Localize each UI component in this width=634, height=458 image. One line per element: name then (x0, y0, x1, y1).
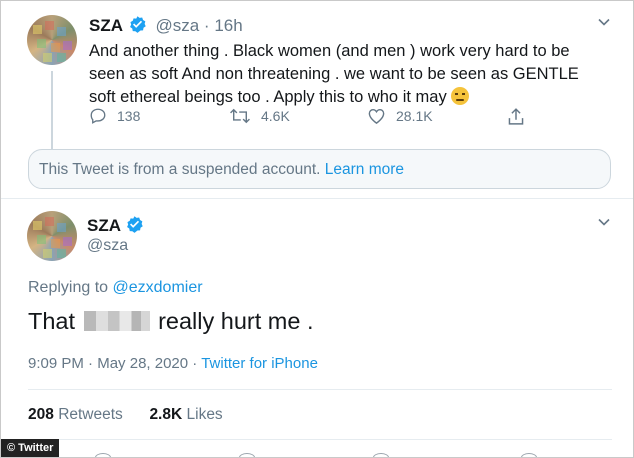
tweet-text: And another thing . Black women (and men… (89, 42, 579, 106)
chevron-down-icon[interactable] (597, 15, 611, 34)
share-button[interactable] (507, 107, 535, 126)
tweet-text-start: That (28, 308, 76, 334)
tweet-header: SZA (87, 215, 144, 239)
handle[interactable]: @sza (87, 237, 128, 255)
like-button[interactable]: 28.1K (367, 107, 433, 125)
retweet-icon (230, 108, 250, 124)
share-icon[interactable] (521, 453, 537, 457)
tweet-meta: 9:09 PM · May 28, 2020 · Twitter for iPh… (28, 355, 318, 372)
replying-label: Replying to (28, 279, 109, 296)
learn-more-link[interactable]: Learn more (325, 161, 404, 178)
chevron-down-icon[interactable] (597, 215, 611, 234)
verified-badge-icon (125, 215, 144, 239)
share-icon (508, 108, 524, 125)
tweet-text-end: really hurt me . (158, 308, 314, 334)
display-name[interactable]: SZA (87, 216, 121, 235)
censored-word (83, 311, 150, 331)
tweet-date[interactable]: May 28, 2020 (97, 355, 188, 372)
reply-button[interactable]: 138 (89, 107, 140, 125)
retweet-icon[interactable] (239, 453, 255, 457)
divider (28, 389, 612, 390)
tweet-text: That really hurt me . (28, 308, 314, 335)
tweet-time[interactable]: 9:09 PM (28, 355, 84, 372)
avatar[interactable] (27, 211, 77, 261)
heart-icon (368, 108, 385, 124)
tweet-source-link[interactable]: Twitter for iPhone (201, 355, 318, 372)
divider (28, 439, 612, 440)
mention-link[interactable]: @ezxdomier (113, 279, 203, 296)
verified-badge-icon (128, 15, 147, 39)
retweet-count: 4.6K (261, 108, 290, 124)
thread-connector-line (51, 71, 53, 151)
twitter-watermark: © Twitter (1, 439, 60, 457)
tweet-actions: 138 4.6K 28.1K (89, 107, 549, 129)
suspended-text: This Tweet is from a suspended account. (39, 161, 321, 178)
timestamp[interactable]: 16h (214, 16, 242, 35)
tweet-header: SZA @sza · 16h (89, 15, 243, 39)
worried-face-icon (451, 87, 470, 105)
replying-to: Replying to @ezxdomier (28, 279, 203, 297)
tweet-thread-screenshot: SZA @sza · 16h And another thing . Black… (0, 0, 634, 458)
display-name[interactable]: SZA (89, 16, 123, 35)
reply-count: 138 (117, 108, 141, 124)
likes-stat[interactable]: 2.8K Likes (149, 406, 222, 423)
reply-icon (90, 108, 106, 124)
avatar[interactable] (27, 15, 77, 65)
tweet-stats: 208 Retweets 2.8K Likes (28, 406, 223, 424)
like-count: 28.1K (396, 108, 433, 124)
divider (1, 198, 633, 199)
like-icon[interactable] (373, 453, 389, 457)
reply-icon[interactable] (95, 453, 111, 457)
retweet-button[interactable]: 4.6K (229, 107, 290, 125)
retweets-stat[interactable]: 208 Retweets (28, 406, 123, 423)
handle[interactable]: @sza (155, 16, 199, 35)
suspended-account-notice: This Tweet is from a suspended account. … (28, 149, 611, 189)
